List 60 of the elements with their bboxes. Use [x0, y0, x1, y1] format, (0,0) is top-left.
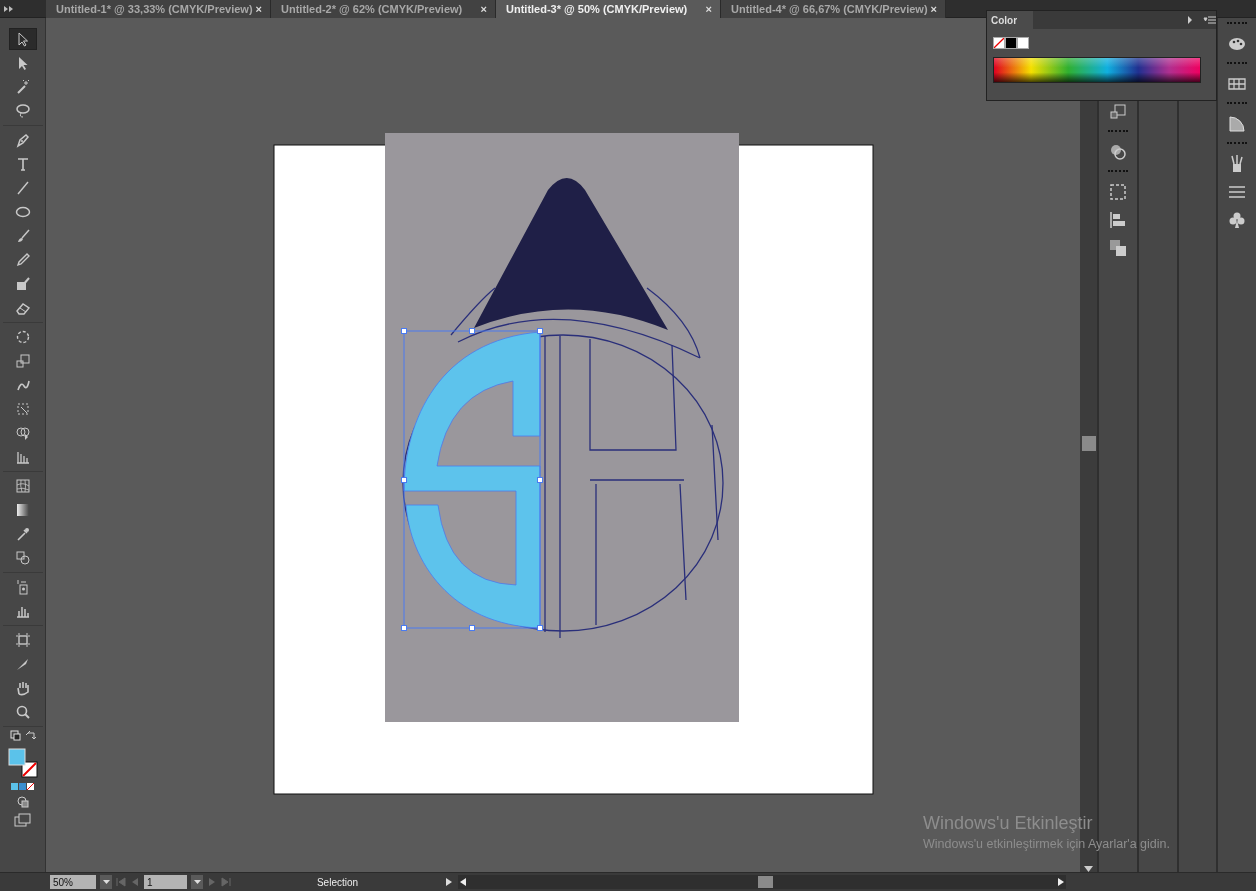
artboard-icon — [14, 632, 31, 648]
artboard-number-field[interactable]: 1 — [144, 875, 187, 889]
free-transform-icon — [14, 401, 31, 417]
pathfinder-squares-icon[interactable] — [1107, 238, 1128, 258]
panel-grip[interactable] — [1227, 22, 1248, 27]
current-tool-label: Selection — [315, 876, 360, 888]
transform-squares-icon[interactable] — [1107, 102, 1128, 122]
dropdown-caret-icon[interactable] — [193, 880, 201, 884]
close-tab-button[interactable]: × — [930, 3, 937, 15]
horizontal-scrollbar[interactable] — [458, 875, 1066, 889]
expand-double-arrow-icon[interactable] — [4, 5, 14, 12]
scroll-right-icon[interactable] — [1056, 877, 1066, 887]
spray-can-icon — [14, 579, 31, 595]
fill-stroke-swatch-icon[interactable] — [7, 748, 38, 780]
screen-mode-icon[interactable] — [13, 812, 32, 828]
tool-button[interactable] — [8, 28, 37, 50]
shape-builder-icon — [14, 425, 31, 441]
close-tab-button[interactable]: × — [480, 3, 487, 15]
eraser-icon — [14, 300, 31, 316]
color-swatch[interactable] — [1017, 37, 1029, 49]
color-swatch[interactable] — [1005, 37, 1017, 49]
panel-tab[interactable]: Color — [987, 11, 1033, 29]
panel-grip[interactable] — [1227, 142, 1248, 147]
none-swatch-icon[interactable] — [993, 37, 1005, 49]
perspective-grid-icon — [14, 449, 31, 465]
rotate-circle-icon — [14, 329, 31, 345]
line-segment-icon — [14, 180, 31, 196]
dropdown-caret-icon[interactable] — [102, 880, 110, 884]
document-tab[interactable]: Untitled-3* @ 50% (CMYK/Preview) × — [496, 0, 721, 18]
default-colors-swap-icon[interactable] — [7, 730, 38, 742]
lasso-icon — [14, 103, 31, 119]
panel-grip[interactable] — [1107, 130, 1128, 135]
pencil-icon — [14, 252, 31, 268]
ellipse-icon — [14, 204, 31, 220]
hand-icon — [14, 680, 31, 696]
panel-grip[interactable] — [1227, 62, 1248, 67]
panel-grip[interactable] — [1227, 102, 1248, 107]
zoom-magnifier-icon — [14, 704, 31, 720]
gradient-square-icon — [14, 502, 31, 518]
mesh-grid-icon — [14, 478, 31, 494]
status-menu-arrow-icon[interactable] — [444, 877, 454, 887]
document-tab[interactable]: Untitled-1* @ 33,33% (CMYK/Preview) × — [46, 0, 271, 18]
blob-brush-icon — [14, 276, 31, 292]
panel-grip[interactable] — [1107, 170, 1128, 175]
color-spectrum[interactable] — [993, 57, 1201, 83]
zoom-field[interactable]: 50% — [50, 875, 96, 889]
align-left-icon[interactable] — [1107, 210, 1128, 230]
document-tab[interactable]: Untitled-2* @ 62% (CMYK/Preview) × — [271, 0, 496, 18]
scrollbar-thumb[interactable] — [1081, 436, 1096, 451]
panel-menu-icon[interactable] — [1188, 15, 1216, 25]
close-tab-button[interactable]: × — [255, 3, 262, 15]
scrollbar-thumb[interactable] — [758, 876, 773, 888]
scale-squares-icon — [14, 353, 31, 369]
document-tab[interactable]: Untitled-4* @ 66,67% (CMYK/Preview) × — [721, 0, 946, 18]
draw-mode-icon[interactable] — [14, 794, 31, 810]
dashed-frame-icon[interactable] — [1107, 182, 1128, 202]
pen-nib-icon — [14, 132, 31, 148]
scroll-left-icon[interactable] — [458, 877, 468, 887]
close-tab-button[interactable]: × — [705, 3, 712, 15]
blend-shapes-icon — [14, 550, 31, 566]
